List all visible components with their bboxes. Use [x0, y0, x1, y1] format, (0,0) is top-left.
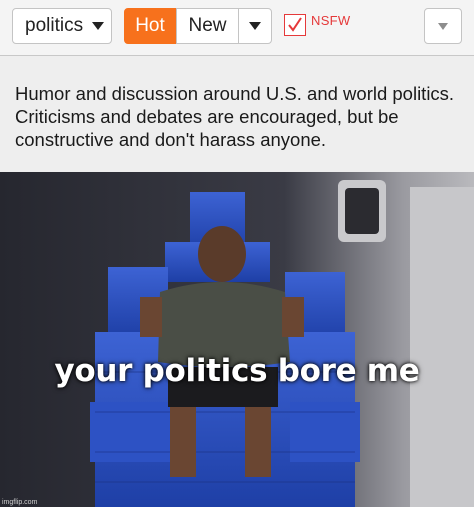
community-dropdown[interactable]: politics	[12, 8, 112, 44]
community-description: Humor and discussion around U.S. and wor…	[0, 56, 474, 172]
watermark: imgflip.com	[2, 499, 38, 506]
chevron-down-icon	[438, 22, 448, 30]
nsfw-label: NSFW	[311, 12, 351, 28]
meme-photo	[0, 172, 474, 507]
meme-image: your politics bore me imgflip.com	[0, 172, 474, 507]
sort-selector: Hot New	[124, 8, 272, 44]
sort-more-button[interactable]	[238, 8, 272, 44]
sort-hot-button[interactable]: Hot	[124, 8, 176, 44]
description-line: Humor and discussion around U.S. and wor…	[15, 83, 455, 104]
options-dropdown-button[interactable]	[424, 8, 462, 44]
top-toolbar: politics Hot New NSFW	[0, 0, 474, 56]
description-line: constructive and don't harass anyone.	[15, 129, 327, 150]
meme-caption: your politics bore me	[54, 353, 420, 389]
nsfw-checkbox[interactable]	[284, 14, 306, 36]
nsfw-toggle[interactable]: NSFW	[284, 10, 350, 40]
sort-new-button[interactable]: New	[176, 8, 238, 44]
community-label: politics	[25, 15, 84, 36]
checkmark-icon	[288, 17, 302, 32]
chevron-down-icon	[249, 22, 261, 30]
description-line: Criticisms and debates are encouraged, b…	[15, 106, 399, 127]
chevron-down-icon	[92, 22, 105, 30]
